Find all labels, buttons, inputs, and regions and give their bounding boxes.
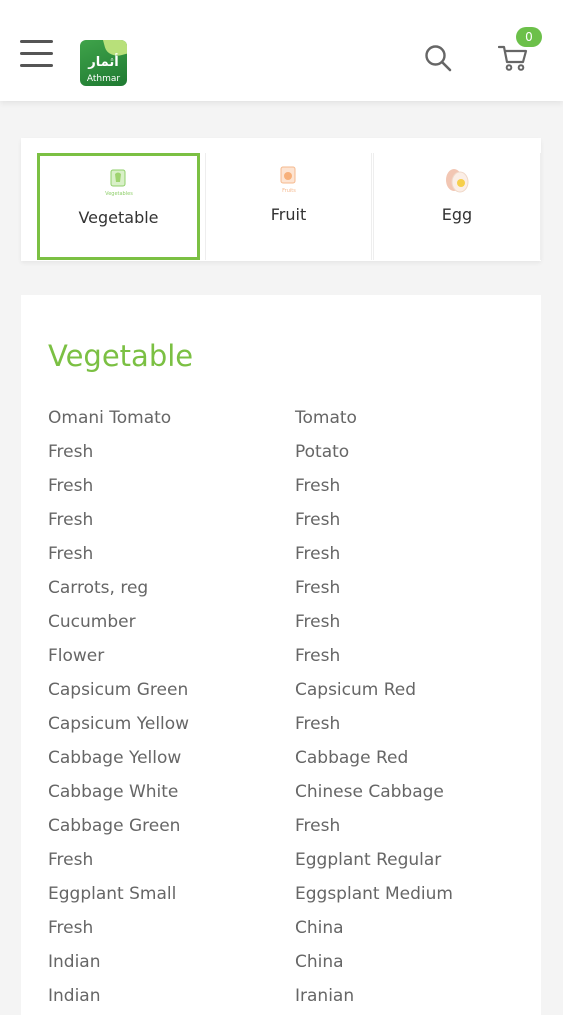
logo-arabic-text: أثمار [88, 55, 119, 70]
logo-text: Athmar [86, 74, 121, 84]
list-item[interactable]: Fresh [295, 646, 340, 666]
list-item[interactable]: Fresh [48, 442, 93, 462]
list-item[interactable]: Fresh [295, 510, 340, 530]
cart-count-badge: 0 [516, 27, 542, 47]
list-item[interactable]: Fresh [295, 578, 340, 598]
list-item[interactable]: Fresh [295, 476, 340, 496]
list-item[interactable]: Cabbage Green [48, 816, 180, 836]
hamburger-menu-icon[interactable] [20, 40, 54, 68]
list-item[interactable]: Fresh [48, 850, 93, 870]
list-item[interactable]: Cucumber [48, 612, 136, 632]
list-item[interactable]: Eggsplant Medium [295, 884, 453, 904]
list-item[interactable]: China [295, 952, 344, 972]
list-item[interactable]: Fresh [295, 544, 340, 564]
list-item[interactable]: Flower [48, 646, 104, 666]
app-header: أثمار Athmar 0 [0, 0, 563, 101]
svg-text:Vegetables: Vegetables [105, 191, 133, 197]
list-item[interactable]: Fresh [48, 918, 93, 938]
list-item[interactable]: Cabbage White [48, 782, 178, 802]
tab-label: Fruit [270, 205, 307, 224]
list-item[interactable]: Fresh [295, 612, 340, 632]
list-item[interactable]: Capsicum Green [48, 680, 188, 700]
cart-icon[interactable] [498, 44, 528, 72]
list-item[interactable]: Indian [48, 986, 101, 1006]
svg-text:Fruits: Fruits [282, 188, 296, 194]
list-item[interactable]: Indian [48, 952, 101, 972]
tab-label: Egg [441, 205, 473, 224]
list-item[interactable]: Iranian [295, 986, 354, 1006]
search-icon[interactable] [424, 44, 452, 72]
athmar-logo[interactable]: أثمار Athmar [80, 40, 127, 86]
fruits-icon: Fruits [280, 166, 296, 194]
product-list-card: Vegetable Omani Tomato Fresh Fresh Fresh Fre… [21, 295, 541, 1015]
list-item[interactable]: Fresh [48, 510, 93, 530]
section-title: Vegetable [48, 339, 194, 373]
list-item[interactable]: Tomato [295, 408, 357, 428]
list-item[interactable]: Fresh [48, 544, 93, 564]
tab-label: Vegetable [78, 208, 159, 227]
list-item[interactable]: China [295, 918, 344, 938]
tab-vegetable[interactable]: Vegetables Vegetable [37, 153, 200, 260]
list-item[interactable]: Chinese Cabbage [295, 782, 444, 802]
list-item[interactable]: Cabbage Yellow [48, 748, 181, 768]
list-item[interactable]: Fresh [295, 714, 340, 734]
list-item[interactable]: Fresh [48, 476, 93, 496]
list-item[interactable]: Cabbage Red [295, 748, 408, 768]
list-item[interactable]: Eggplant Small [48, 884, 176, 904]
list-item[interactable]: Eggplant Regular [295, 850, 441, 870]
category-tabs: Vegetables Vegetable Fruits Fruit Egg [21, 138, 541, 261]
egg-icon [446, 169, 469, 193]
list-item[interactable]: Potato [295, 442, 349, 462]
list-item[interactable]: Carrots, reg [48, 578, 148, 598]
list-item[interactable]: Capsicum Red [295, 680, 416, 700]
list-item[interactable]: Omani Tomato [48, 408, 171, 428]
list-item[interactable]: Fresh [295, 816, 340, 836]
tab-fruit[interactable]: Fruits Fruit [205, 153, 372, 260]
vegetables-icon: Vegetables [105, 169, 133, 197]
tab-egg[interactable]: Egg [373, 153, 541, 260]
list-item[interactable]: Capsicum Yellow [48, 714, 189, 734]
